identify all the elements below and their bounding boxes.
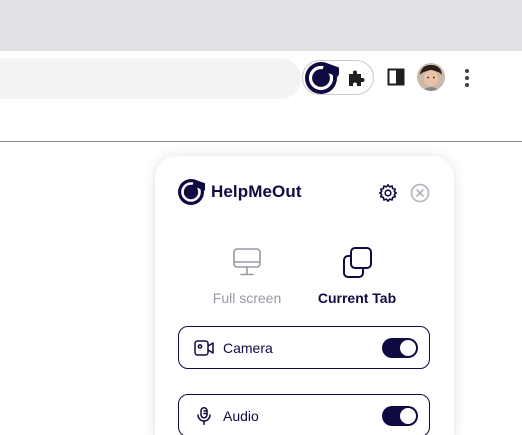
kebab-menu-icon[interactable] — [462, 68, 472, 88]
browser-tab-strip — [0, 0, 522, 51]
extension-popup: HelpMeOut Full screen Current Tab Camera… — [155, 156, 454, 435]
audio-option: Audio — [178, 394, 430, 435]
helpmeout-logo-icon — [178, 179, 205, 205]
monitor-icon — [233, 248, 261, 276]
video-camera-icon — [194, 340, 214, 356]
camera-toggle[interactable] — [382, 338, 418, 358]
camera-toggle-knob — [400, 340, 416, 356]
puzzle-icon[interactable] — [346, 68, 366, 88]
gear-icon[interactable] — [378, 183, 398, 203]
mode-current-tab[interactable]: Current Tab — [307, 246, 407, 306]
copy-tab-icon — [343, 247, 372, 278]
avatar[interactable] — [417, 63, 445, 91]
mode-full-screen[interactable]: Full screen — [197, 246, 297, 306]
mode-current-tab-label: Current Tab — [317, 290, 397, 306]
camera-label: Camera — [223, 340, 273, 356]
microphone-icon — [197, 407, 211, 425]
mode-full-screen-label: Full screen — [212, 290, 282, 306]
audio-label: Audio — [223, 408, 259, 424]
page-divider — [0, 141, 522, 142]
close-icon[interactable] — [410, 183, 430, 203]
address-bar[interactable] — [0, 58, 301, 99]
brand-name: HelpMeOut — [211, 182, 302, 201]
helpmeout-extension-icon[interactable] — [303, 61, 339, 95]
audio-toggle[interactable] — [382, 406, 418, 426]
brand: HelpMeOut — [177, 178, 302, 206]
camera-option: Camera — [178, 326, 430, 369]
side-panel-icon[interactable] — [387, 68, 405, 86]
audio-toggle-knob — [400, 408, 416, 424]
